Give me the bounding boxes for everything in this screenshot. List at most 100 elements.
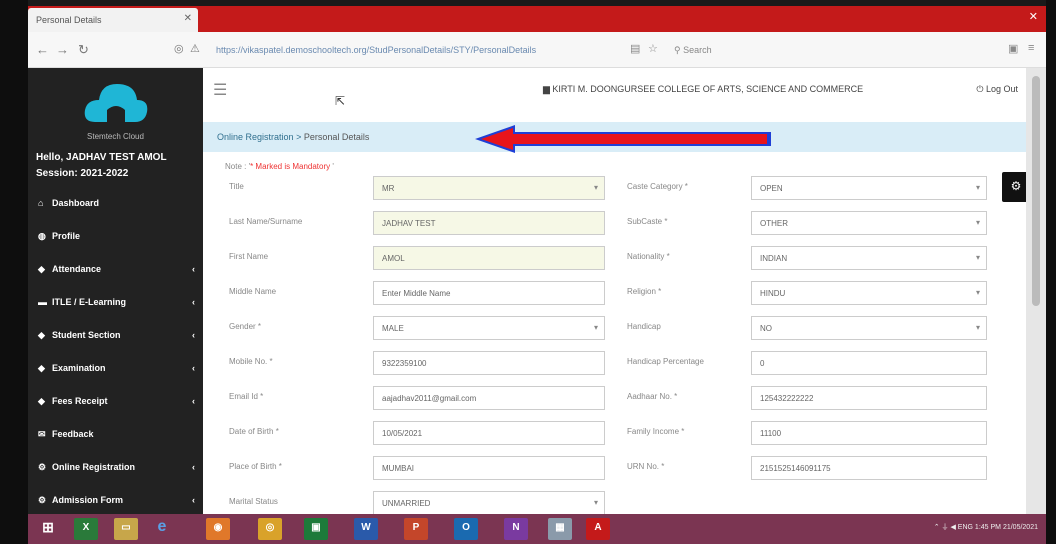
religion-select[interactable]: HINDU ▾ (751, 281, 987, 305)
breadcrumb-parent[interactable]: Online Registration (217, 132, 294, 142)
logout-button[interactable]: ⏻ Log Out (976, 84, 1018, 95)
subcaste-label: SubCaste * (627, 217, 668, 226)
handicap-label: Handicap (627, 322, 661, 331)
power-icon: ⏻ (976, 84, 986, 94)
family-income-label: Family Income * (627, 427, 685, 436)
aadhaar-no-label: Aadhaar No. * (627, 392, 678, 401)
urn-no-label: URN No. * (627, 462, 665, 471)
word-taskbar-icon[interactable]: W (354, 518, 378, 540)
diamond-icon: ◆ (38, 396, 45, 406)
forward-icon[interactable]: → (56, 42, 69, 57)
clock[interactable]: 1:45 PM 21/05/2021 (975, 524, 1038, 531)
monitor-bezel-left (0, 0, 28, 544)
extension-icon[interactable]: ▣ (1008, 42, 1018, 55)
onenote-taskbar-icon[interactable]: N (504, 518, 528, 540)
bookmark-star-icon[interactable]: ☆ (648, 42, 658, 55)
menu-icon[interactable]: ≡ (1028, 42, 1034, 54)
marital-status-select[interactable]: UNMARRIED ▾ (373, 491, 605, 515)
nationality-select[interactable]: INDIAN ▾ (751, 246, 987, 270)
aadhaar-no-field[interactable]: 125432222222 (751, 386, 987, 410)
right-form-row: URN No. * 2151525146091175 (203, 456, 1026, 488)
family-income-field[interactable]: 11100 (751, 421, 987, 445)
caste-category-select[interactable]: OPEN ▾ (751, 176, 987, 200)
chevron-left-icon: ‹ (192, 495, 195, 505)
sidebar-item-attendance[interactable]: ◆ Attendance ‹ (28, 254, 203, 287)
note-prefix: Note : ' (225, 162, 251, 171)
chevron-left-icon: ‹ (192, 264, 195, 274)
field-value: 0 (760, 359, 765, 368)
tab-title: Personal Details (36, 15, 102, 25)
acrobat-taskbar-icon[interactable]: A (586, 518, 610, 540)
right-form-row: SubCaste * OTHER ▾ (203, 211, 1026, 243)
close-tab-icon[interactable]: ✕ (184, 13, 192, 24)
session-text: Session: 2021-2022 (36, 168, 129, 179)
sidebar-item-feedback[interactable]: ✉ Feedback (28, 419, 203, 452)
photos-taskbar-icon[interactable]: ▦ (548, 518, 572, 540)
search-placeholder: Search (683, 45, 712, 55)
sidebar-item-student-section[interactable]: ◆ Student Section ‹ (28, 320, 203, 353)
system-tray: ⌃ ⏚ ◀ ENG 1:45 PM 21/05/2021 (934, 522, 1038, 532)
windows-start-icon[interactable]: ⊞ (36, 518, 60, 540)
back-icon[interactable]: ← (36, 42, 49, 57)
windows-taskbar: ⊞ X ▭ e ◉ ◎ ▣ W P O N ▦ A ⌃ ⏚ ◀ ENG 1:45… (28, 514, 1046, 544)
sidebar-item-label: Student Section (52, 330, 121, 340)
search-input[interactable]: ⚲ Search (668, 40, 818, 60)
handicap-select[interactable]: NO ▾ (751, 316, 987, 340)
browser-tab[interactable]: Personal Details ✕ (28, 8, 198, 32)
warning-icon[interactable]: ⚠ (190, 42, 200, 55)
nationality-label: Nationality * (627, 252, 670, 261)
screen-photo: Personal Details ✕ ✕ ← → ↻ ◎ ⚠ https://v… (0, 0, 1056, 544)
outlook-taskbar-icon[interactable]: O (454, 518, 478, 540)
sidebar-item-label: Feedback (52, 429, 94, 439)
url-bar[interactable]: https://vikaspatel.demoschooltech.org/St… (208, 40, 628, 60)
reload-icon[interactable]: ↻ (78, 42, 89, 58)
sidebar-item-label: Attendance (52, 264, 102, 274)
app-taskbar-icon[interactable]: ▣ (304, 518, 328, 540)
cloud-logo-icon (84, 84, 148, 122)
user-icon: ◍ (38, 231, 46, 241)
reader-icon[interactable]: ▤ (630, 42, 640, 55)
excel-taskbar-icon[interactable]: X (74, 518, 98, 540)
sidebar-item-profile[interactable]: ◍ Profile (28, 221, 203, 254)
chevron-left-icon: ‹ (192, 330, 195, 340)
sidebar-item-label: Dashboard (52, 198, 100, 208)
handicap-percentage-field[interactable]: 0 (751, 351, 987, 375)
hamburger-icon[interactable]: ☰ (213, 80, 227, 100)
logout-label: Log Out (985, 84, 1018, 94)
note-suffix: ' (330, 162, 334, 171)
page-scrollbar[interactable] (1026, 68, 1046, 514)
tray-icons[interactable]: ⌃ ⏚ ◀ (934, 524, 958, 531)
hello-text: Hello, JADHAV TEST AMOL (36, 152, 167, 163)
field-value: OTHER (760, 219, 788, 228)
sidebar-item-dashboard[interactable]: ⌂ Dashboard (28, 188, 203, 221)
scrollbar-thumb[interactable] (1032, 76, 1040, 306)
gear-icon: ⚙ (1010, 179, 1022, 193)
sidebar-menu: ⌂ Dashboard ◍ Profile ◆ Attendance ‹ ▬ ITLE / E-… (28, 188, 203, 544)
window-close-icon[interactable]: ✕ (1029, 10, 1038, 23)
firefox-taskbar-icon[interactable]: ◉ (206, 518, 230, 540)
religion-label: Religion * (627, 287, 662, 296)
files-taskbar-icon[interactable]: ▭ (114, 518, 138, 540)
edge-taskbar-icon[interactable]: e (150, 518, 174, 540)
chevron-left-icon: ‹ (192, 462, 195, 472)
right-form-row: Handicap Percentage 0 (203, 351, 1026, 383)
urn-no-field[interactable]: 2151525146091175 (751, 456, 987, 480)
breadcrumb-separator: > (296, 132, 302, 142)
field-value: INDIAN (760, 254, 788, 263)
note-mandatory: * Marked is Mandatory (250, 162, 331, 171)
sidebar-item-examination[interactable]: ◆ Examination ‹ (28, 353, 203, 386)
sidebar-item-itle-e-learning[interactable]: ▬ ITLE / E-Learning ‹ (28, 287, 203, 320)
field-value: OPEN (760, 184, 783, 193)
chrome-taskbar-icon[interactable]: ◎ (258, 518, 282, 540)
sidebar-item-fees-receipt[interactable]: ◆ Fees Receipt ‹ (28, 386, 203, 419)
language-indicator[interactable]: ENG (958, 524, 973, 531)
subcaste-select[interactable]: OTHER ▾ (751, 211, 987, 235)
shield-icon[interactable]: ◎ (174, 42, 184, 55)
field-value: 2151525146091175 (760, 464, 831, 473)
monitor-icon: ▬ (38, 297, 47, 307)
sidebar-item-online-registration[interactable]: ⚙ Online Registration ‹ (28, 452, 203, 485)
comment-icon: ✉ (38, 429, 46, 439)
right-form-row: Family Income * 11100 (203, 421, 1026, 453)
field-value: HINDU (760, 289, 786, 298)
powerpoint-taskbar-icon[interactable]: P (404, 518, 428, 540)
